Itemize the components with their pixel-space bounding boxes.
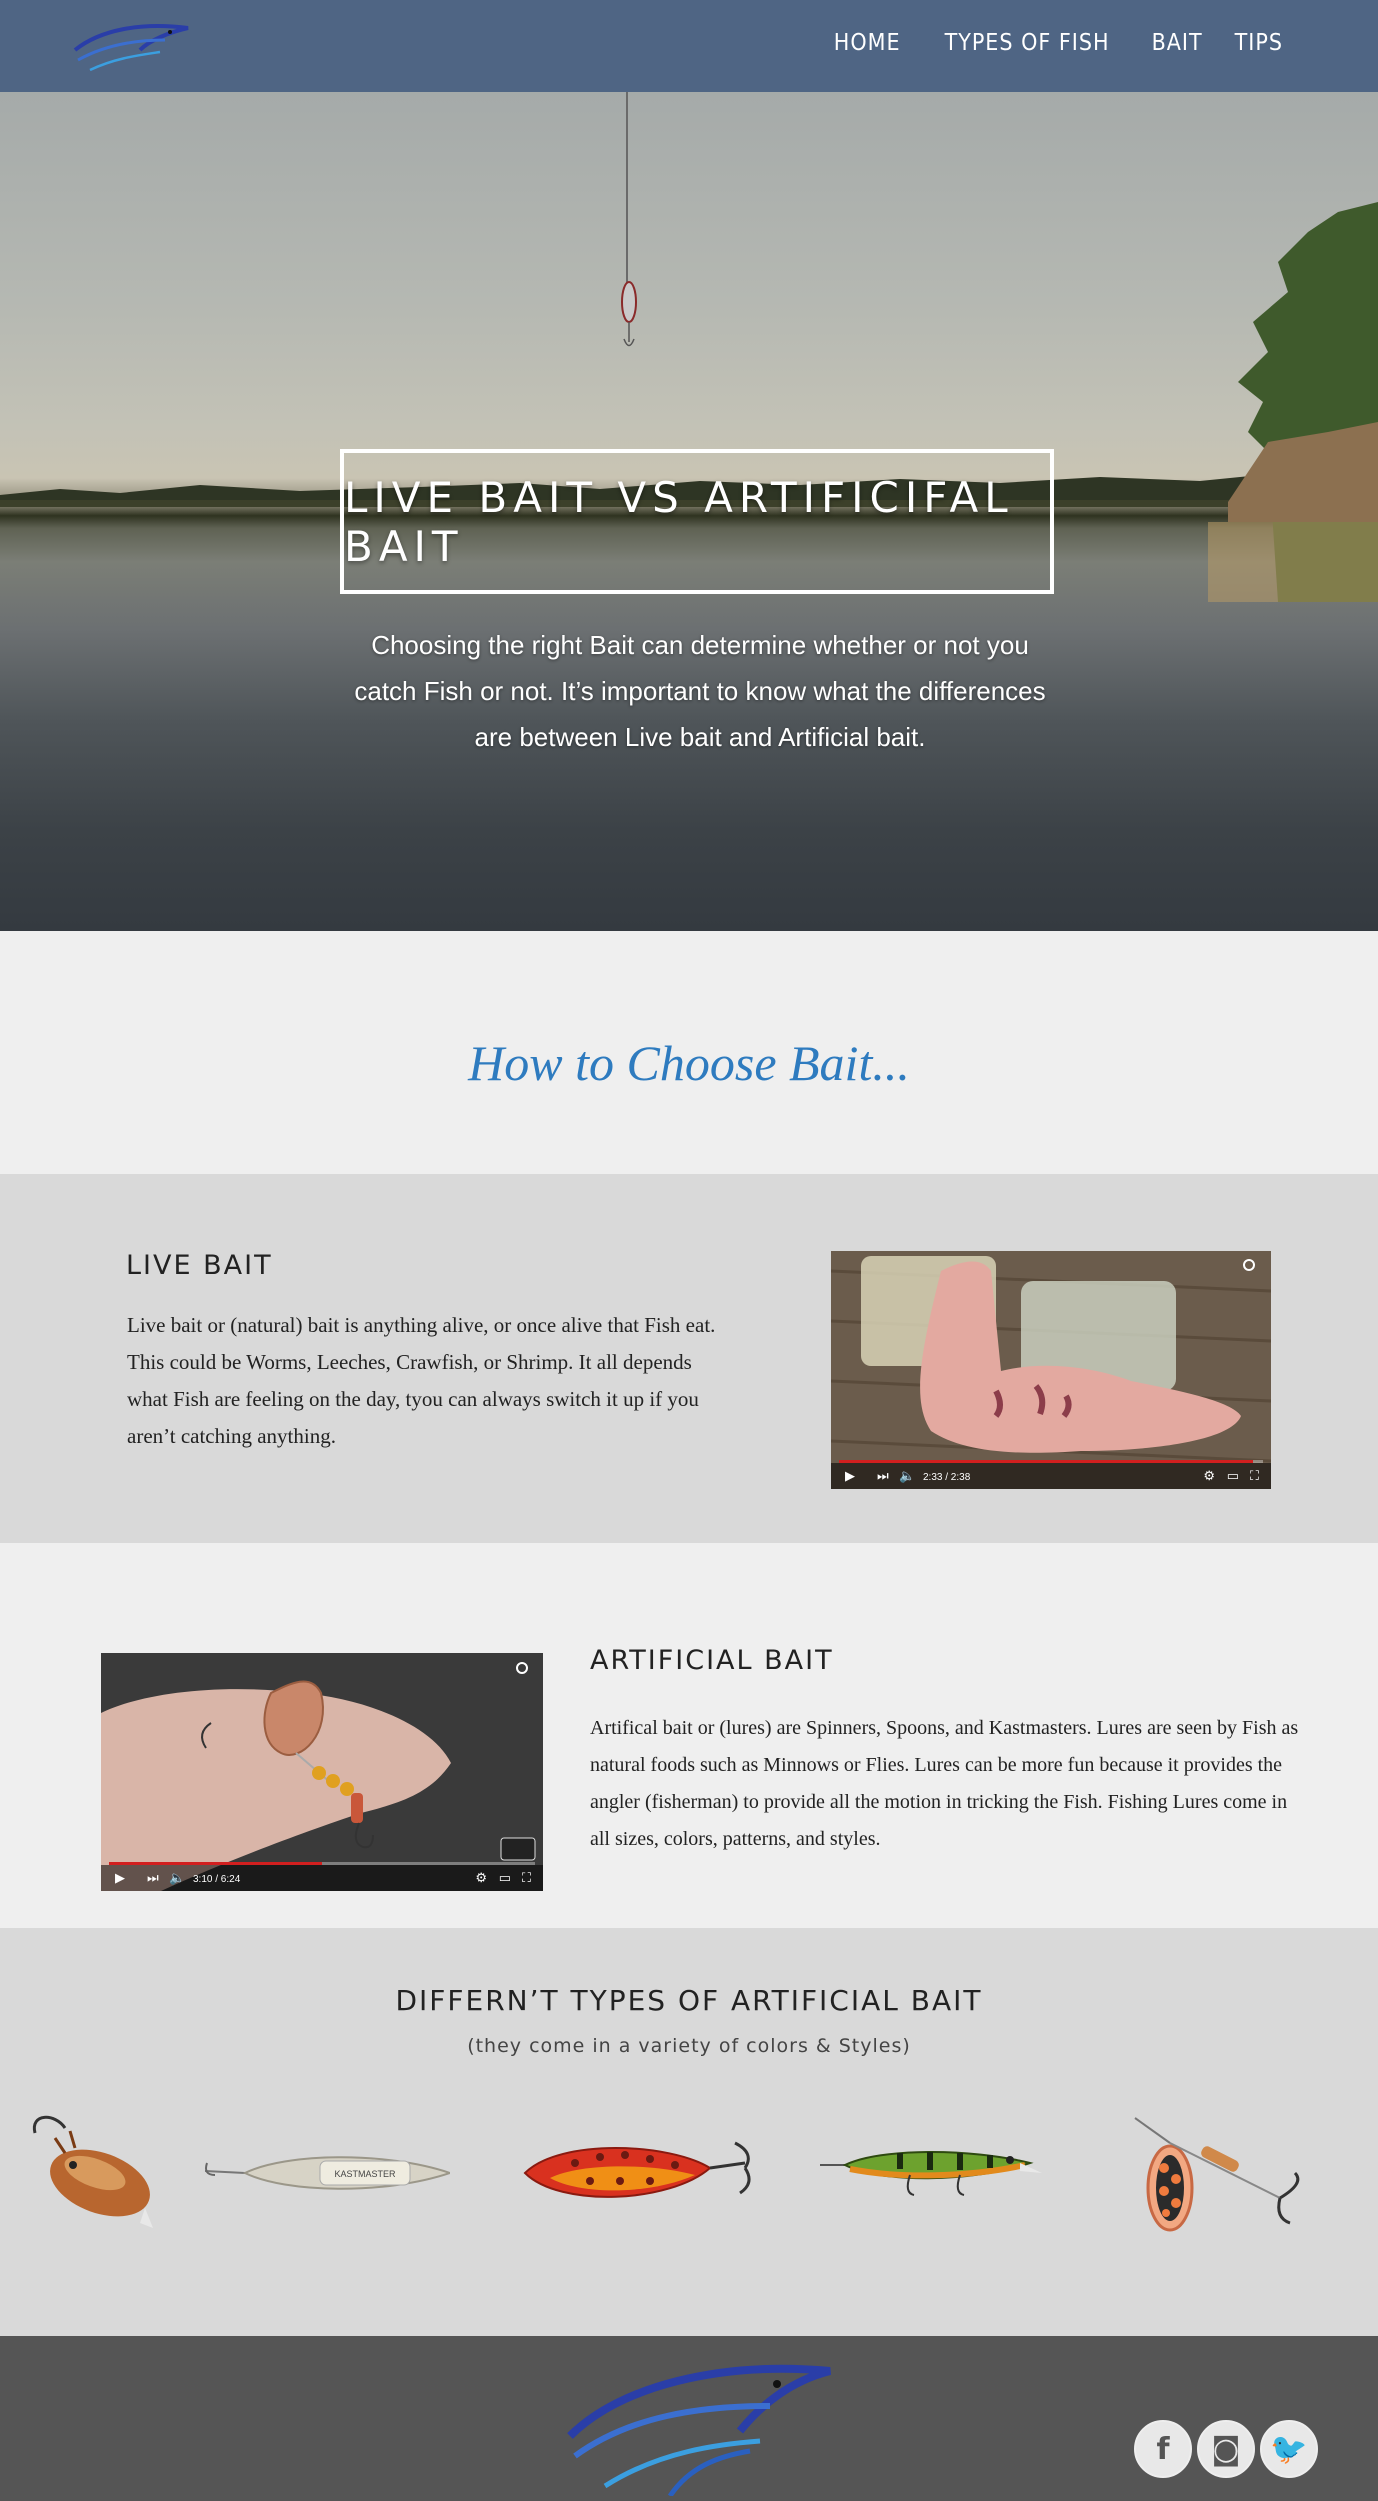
nav-bait-link[interactable]: BAIT (1152, 30, 1203, 56)
paragraph-line: all sizes, colors, patterns, and styles. (590, 1828, 881, 1850)
footer: f ◙ 🐦 (0, 2336, 1378, 2501)
spinner-lure-image (1134, 2117, 1300, 2232)
paragraph-line: aren’t catching anything. (127, 1424, 336, 1448)
artificial-bait-video-thumbnail (101, 1653, 543, 1891)
video-time: 2:33 / 2:38 (923, 1472, 971, 1483)
volume-icon[interactable]: 🔈 (169, 1870, 185, 1886)
paragraph-line: angler (fisherman) to provide all the mo… (590, 1791, 1288, 1813)
paragraph-line: Artifical bait or (lures) are Spinners, … (590, 1717, 1299, 1739)
next-icon[interactable]: ⏭ (147, 1870, 159, 1886)
hero-title-box: LIVE BAIT VS ARTIFICIFAL BAIT (340, 449, 1054, 594)
live-bait-video-player[interactable]: ▶ ⏭ 🔈 2:33 / 2:38 ⚙ ▭ ⛶ (831, 1251, 1271, 1489)
paragraph-line: Live bait or (natural) bait is anything … (127, 1313, 716, 1337)
nav-home-link[interactable]: HOME (834, 30, 901, 56)
hero-subtitle: Choosing the right Bait can determine wh… (325, 622, 1075, 760)
artificial-bait-paragraph: Artifical bait or (lures) are Spinners, … (590, 1710, 1335, 1858)
fullscreen-icon[interactable]: ⛶ (522, 1870, 531, 1886)
theater-icon[interactable]: ▭ (499, 1870, 511, 1886)
lure-types-section: DIFFERN’T TYPES OF ARTIFICIAL BAIT (they… (0, 1928, 1378, 2336)
nav-tips-link[interactable]: TIPS (1235, 30, 1283, 56)
hero-title: LIVE BAIT VS ARTIFICIFAL BAIT (344, 472, 1014, 571)
volume-icon[interactable]: 🔈 (899, 1468, 915, 1484)
red-spoon-lure-image (523, 2141, 751, 2198)
instagram-icon[interactable]: ◙ (1197, 2420, 1255, 2478)
fish-logo-icon[interactable] (70, 10, 195, 82)
theater-icon[interactable]: ▭ (1227, 1468, 1239, 1484)
paragraph-line: natural foods such as Minnows or Flies. … (590, 1754, 1283, 1776)
facebook-glyph: f (1156, 2431, 1170, 2467)
lure-types-heading: DIFFERN’T TYPES OF ARTIFICIAL BAIT (395, 1984, 983, 2017)
paragraph-line: what Fish are feeling on the day, tyou c… (127, 1387, 699, 1411)
next-icon[interactable]: ⏭ (877, 1468, 889, 1484)
how-to-heading: How to Choose Bait... (468, 1035, 910, 1091)
lure-types-subheading: (they come in a variety of colors & Styl… (467, 2035, 911, 2057)
fullscreen-icon[interactable]: ⛶ (1250, 1468, 1259, 1484)
settings-icon[interactable]: ⚙ (475, 1870, 487, 1886)
live-bait-section: LIVE BAIT Live bait or (natural) bait is… (0, 1174, 1378, 1543)
play-icon[interactable]: ▶ (115, 1870, 125, 1886)
play-icon[interactable]: ▶ (845, 1468, 855, 1484)
kastmaster-spoon-lure-image: KASTMASTER (205, 2156, 450, 2190)
live-bait-video-thumbnail (831, 1251, 1271, 1489)
perch-minnow-lure-image (820, 2151, 1042, 2196)
crawfish-lure-image (32, 2115, 153, 2228)
paragraph-line: This could be Worms, Leeches, Crawfish, … (127, 1350, 692, 1374)
fishing-line (626, 92, 628, 292)
hero-subtitle-line: catch Fish or not. It’s important to kno… (354, 676, 1046, 706)
artificial-bait-video-player[interactable]: ▶ ⏭ 🔈 3:10 / 6:24 ⚙ ▭ ⛶ (101, 1653, 543, 1891)
video-time: 3:10 / 6:24 (193, 1874, 241, 1885)
artificial-bait-heading: ARTIFICIAL BAIT (590, 1645, 834, 1676)
hero-subtitle-line: Choosing the right Bait can determine wh… (371, 630, 1029, 660)
hero-banner: LIVE BAIT VS ARTIFICIFAL BAIT Choosing t… (0, 92, 1378, 931)
settings-icon[interactable]: ⚙ (1203, 1468, 1215, 1484)
instagram-glyph: ◙ (1211, 2431, 1241, 2467)
twitter-glyph: 🐦 (1270, 2431, 1308, 2467)
top-navigation-bar: HOME TYPES OF FISH BAIT TIPS (0, 0, 1378, 92)
artificial-bait-section: ▶ ⏭ 🔈 3:10 / 6:24 ⚙ ▭ ⛶ ARTIFICIAL BAIT … (0, 1543, 1378, 1928)
how-to-section: How to Choose Bait... (0, 931, 1378, 1174)
twitter-icon[interactable]: 🐦 (1260, 2420, 1318, 2478)
hanging-lure-image (621, 281, 637, 347)
live-bait-paragraph: Live bait or (natural) bait is anything … (127, 1307, 817, 1455)
live-bait-heading: LIVE BAIT (126, 1250, 273, 1281)
kastmaster-stamp: KASTMASTER (334, 2169, 396, 2179)
facebook-icon[interactable]: f (1134, 2420, 1192, 2478)
hero-shore-trees-image (1208, 202, 1378, 602)
hero-subtitle-line: are between Live bait and Artificial bai… (474, 722, 926, 752)
fish-logo-icon[interactable] (560, 2346, 835, 2496)
nav-types-of-fish-link[interactable]: TYPES OF FISH (945, 30, 1110, 56)
